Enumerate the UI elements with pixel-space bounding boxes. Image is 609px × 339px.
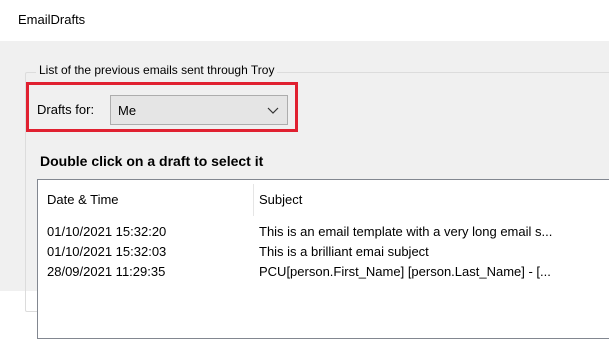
window-client-area: List of the previous emails sent through… xyxy=(0,41,609,339)
window-title: EmailDrafts xyxy=(18,12,86,27)
title-bar: EmailDrafts xyxy=(0,0,609,41)
row-date-time: 01/10/2021 15:32:20 xyxy=(47,224,167,239)
drafts-list[interactable]: Date & Time Subject 01/10/2021 15:32:20 … xyxy=(37,179,609,339)
row-date-time: 01/10/2021 15:32:03 xyxy=(47,244,167,259)
drafts-for-dropdown[interactable]: Me xyxy=(110,95,288,125)
row-subject: PCU[person.First_Name] [person.Last_Name… xyxy=(259,264,551,279)
list-row[interactable]: 28/09/2021 11:29:35 PCU[person.First_Nam… xyxy=(38,264,609,284)
row-date-time: 28/09/2021 11:29:35 xyxy=(47,264,166,279)
groupbox-caption: List of the previous emails sent through… xyxy=(36,63,278,77)
drafts-for-selected-value: Me xyxy=(118,103,137,118)
instruction-text: Double click on a draft to select it xyxy=(40,153,264,169)
column-header-date-time[interactable]: Date & Time xyxy=(47,192,119,207)
list-row[interactable]: 01/10/2021 15:32:03 This is a brilliant … xyxy=(38,244,609,264)
row-subject: This is an email template with a very lo… xyxy=(259,224,553,239)
drafts-for-label: Drafts for: xyxy=(37,102,95,117)
row-subject: This is a brilliant emai subject xyxy=(259,244,429,259)
chevron-down-icon xyxy=(267,107,279,114)
column-divider[interactable] xyxy=(253,184,254,216)
list-row[interactable]: 01/10/2021 15:32:20 This is an email tem… xyxy=(38,224,609,244)
column-header-subject[interactable]: Subject xyxy=(259,192,302,207)
